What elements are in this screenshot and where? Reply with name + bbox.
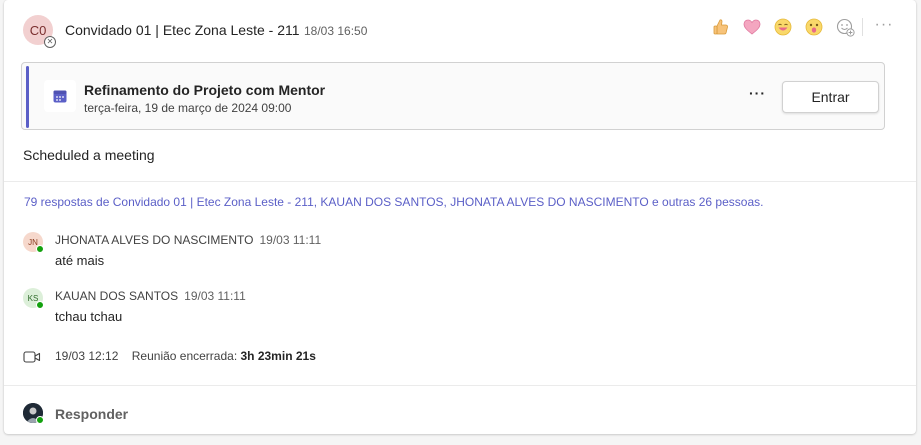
post-header: C0 ✕ Convidado 01 | Etec Zona Leste - 21… [4, 0, 916, 60]
meeting-title[interactable]: Refinamento do Projeto com Mentor [84, 82, 325, 98]
reply-text: até mais [55, 253, 105, 268]
divider [862, 18, 863, 36]
reactions-bar [710, 16, 856, 38]
laugh-icon[interactable] [772, 16, 794, 38]
reply-author: JHONATA ALVES DO NASCIMENTO 19/03 11:11 [55, 233, 321, 247]
sender-name: Convidado 01 | Etec Zona Leste - 211 [65, 22, 300, 38]
status-offline-icon: ✕ [44, 36, 56, 48]
ended-time: 19/03 12:12 [55, 349, 119, 363]
divider [4, 385, 916, 386]
message-text: Scheduled a meeting [23, 147, 155, 163]
surprised-icon[interactable] [803, 16, 825, 38]
like-icon[interactable] [710, 16, 732, 38]
ended-label: Reunião encerrada: [131, 349, 238, 363]
meeting-ended-row: 19/03 12:12 Reunião encerrada: 3h 23min … [23, 348, 623, 366]
status-available-icon [36, 301, 44, 309]
reply-timestamp: 19/03 11:11 [184, 289, 246, 303]
status-available-icon [36, 245, 44, 253]
divider [4, 181, 916, 182]
meeting-accent-bar [26, 66, 29, 128]
status-available-icon [36, 416, 44, 424]
meeting-ended-text: 19/03 12:12 Reunião encerrada: 3h 23min … [55, 349, 316, 363]
reply-text: tchau tchau [55, 309, 123, 324]
meeting-datetime: terça-feira, 19 de março de 2024 09:00 [84, 101, 292, 115]
ended-duration: 3h 23min 21s [240, 349, 316, 363]
reply-button[interactable]: Responder [55, 406, 128, 422]
heart-icon[interactable] [741, 16, 763, 38]
join-meeting-button[interactable]: Entrar [782, 81, 879, 113]
more-options-icon[interactable]: ··· [874, 16, 894, 38]
reply-author-name: KAUAN DOS SANTOS [55, 289, 179, 303]
replies-summary-link[interactable]: 79 respostas de Convidado 01 | Etec Zona… [24, 195, 763, 209]
meeting-more-options-icon[interactable]: ··· [749, 85, 766, 101]
reply-timestamp: 19/03 11:11 [259, 233, 322, 247]
calendar-icon [44, 80, 76, 112]
meeting-card[interactable]: Refinamento do Projeto com Mentor terça-… [21, 62, 885, 130]
add-reaction-icon[interactable] [834, 16, 856, 38]
message-card: C0 ✕ Convidado 01 | Etec Zona Leste - 21… [4, 0, 916, 434]
post-timestamp: 18/03 16:50 [304, 24, 368, 38]
reply-author: KAUAN DOS SANTOS 19/03 11:11 [55, 289, 246, 303]
video-camera-icon [23, 350, 41, 369]
reply-author-name: JHONATA ALVES DO NASCIMENTO [55, 233, 254, 247]
